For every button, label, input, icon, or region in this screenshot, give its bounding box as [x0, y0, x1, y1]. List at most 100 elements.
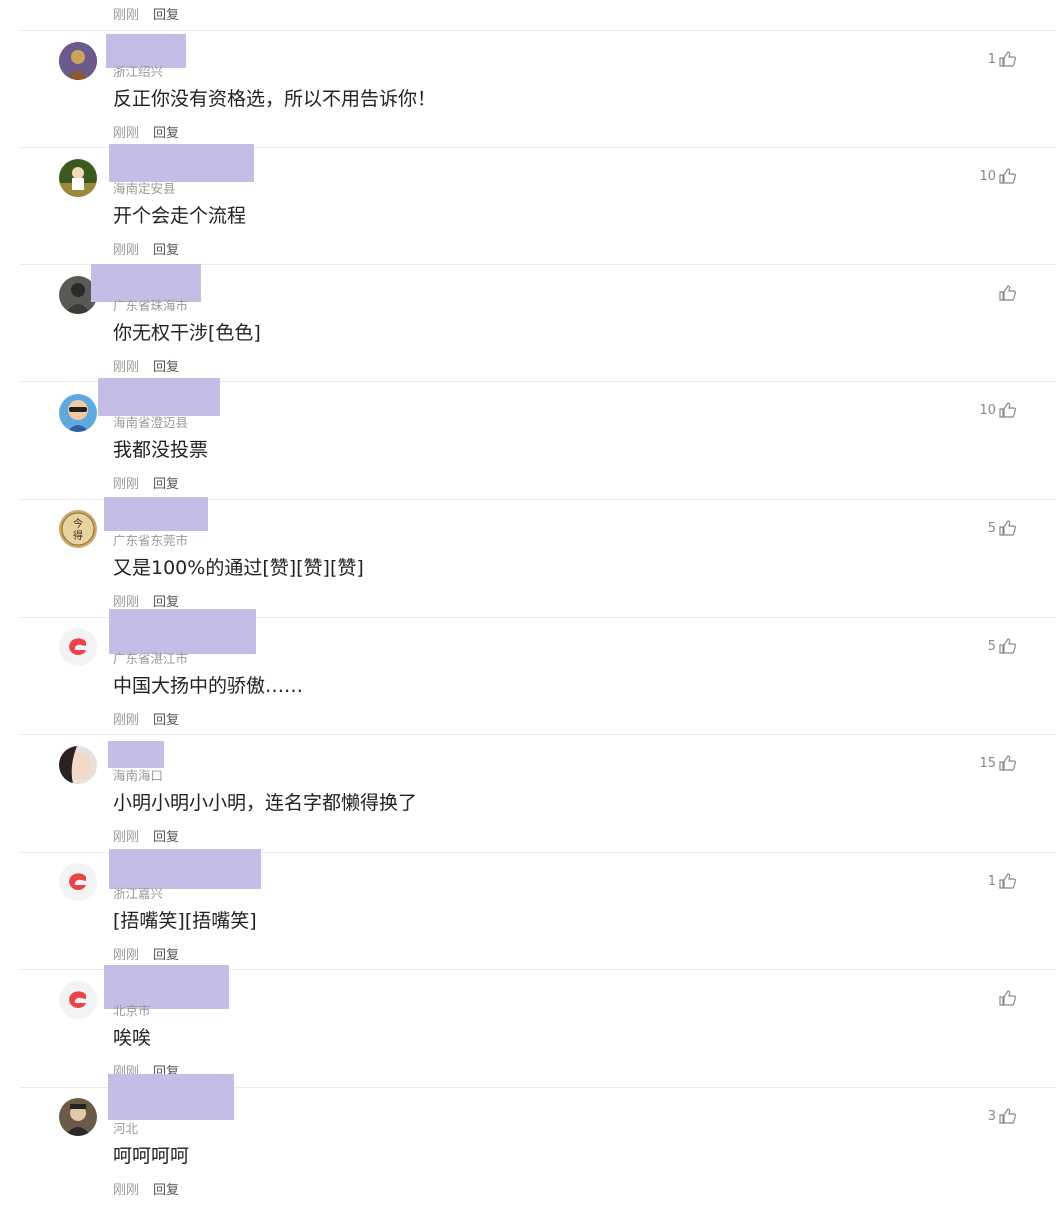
- user-avatar[interactable]: [59, 628, 97, 666]
- red-swirl-logo-icon: [59, 863, 97, 901]
- comment-location: 北京市: [113, 1003, 151, 1018]
- comment-time: 刚刚: [113, 830, 140, 845]
- like-count: 5: [987, 521, 996, 536]
- like-button[interactable]: 5: [988, 520, 1016, 536]
- comment-text: 你无权干涉[色色]: [113, 322, 261, 344]
- thumbs-up-icon: [999, 285, 1016, 301]
- user-avatar[interactable]: [59, 1098, 97, 1136]
- comment-location: 浙江嘉兴: [113, 886, 164, 901]
- comment-location: 海南定安县: [113, 181, 176, 196]
- like-button[interactable]: 1: [988, 51, 1016, 67]
- like-button[interactable]: [996, 990, 1016, 1006]
- comment-text: 小明小明小小明，连名字都懒得换了: [113, 792, 418, 814]
- username-redacted: [98, 378, 220, 416]
- reply-button[interactable]: 回复: [153, 360, 179, 375]
- comment-location: 广东省湛江市: [113, 651, 189, 666]
- like-count: 10: [979, 169, 996, 184]
- comment-text: [捂嘴笑][捂嘴笑]: [113, 910, 257, 932]
- comment-text: 呵呵呵呵: [113, 1145, 190, 1167]
- svg-text:得: 得: [73, 530, 83, 542]
- like-count: 5: [987, 639, 996, 654]
- comment-time: 刚刚: [113, 360, 140, 375]
- username-redacted: [91, 264, 201, 302]
- comment-item: 浙江嘉兴 [捂嘴笑][捂嘴笑] 刚刚 回复 1: [20, 849, 1056, 970]
- like-button[interactable]: 10: [979, 168, 1016, 184]
- comment-text: 我都没投票: [113, 439, 209, 461]
- thumbs-up-icon: [999, 638, 1016, 654]
- user-avatar[interactable]: 今得: [59, 510, 97, 548]
- comment-item: 浙江绍兴 反正你没有资格选，所以不用告诉你！ 刚刚 回复 1: [20, 30, 1056, 148]
- svg-text:今: 今: [73, 517, 83, 530]
- comment-time: 刚刚: [113, 477, 140, 492]
- thumbs-up-icon: [999, 990, 1016, 1006]
- reply-button[interactable]: 回复: [153, 477, 179, 492]
- reply-button[interactable]: 回复: [153, 243, 179, 258]
- like-button[interactable]: 15: [979, 755, 1016, 771]
- comment-location: 河北: [113, 1121, 139, 1136]
- reply-button[interactable]: 回复: [153, 8, 179, 23]
- comment-item: 北京市 唉唉 刚刚 回复: [20, 965, 1056, 1087]
- comment-item: 海南省澄迈县 我都没投票 刚刚 回复 10: [20, 378, 1056, 499]
- thumbs-up-icon: [999, 402, 1016, 418]
- comment-item: 海南定安县 开个会走个流程 刚刚 回复 10: [20, 144, 1056, 265]
- user-avatar[interactable]: [59, 159, 97, 197]
- reply-button[interactable]: 回复: [153, 126, 179, 141]
- comment-item: 海南海口 小明小明小小明，连名字都懒得换了 刚刚 回复 15: [20, 734, 1056, 852]
- comment-text: 中国大扬中的骄傲……: [113, 675, 304, 697]
- previous-comment-actions: 刚刚 回复: [113, 4, 193, 23]
- like-button[interactable]: 5: [988, 638, 1016, 654]
- comment-time: 刚刚: [113, 713, 140, 728]
- reply-button[interactable]: 回复: [153, 713, 179, 728]
- comment-item: 河北 呵呵呵呵 刚刚 回复 3: [20, 1074, 1056, 1205]
- user-avatar[interactable]: [59, 863, 97, 901]
- comment-time: 刚刚: [113, 948, 140, 963]
- like-button[interactable]: [996, 285, 1016, 301]
- reply-button[interactable]: 回复: [153, 1183, 179, 1198]
- comment-location: 海南海口: [113, 768, 164, 783]
- thumbs-up-icon: [999, 51, 1016, 67]
- comment-location: 广东省东莞市: [113, 533, 189, 548]
- username-redacted: [109, 849, 261, 889]
- comment-location: 海南省澄迈县: [113, 415, 189, 430]
- username-redacted: [108, 1074, 234, 1120]
- comment-location: 广东省珠海市: [113, 298, 189, 313]
- comment-time: 刚刚: [113, 126, 140, 141]
- comment-text: 开个会走个流程: [113, 205, 247, 227]
- comment-item: 今得 广东省东莞市 又是100%的通过[赞][赞][赞] 刚刚 回复 5: [20, 497, 1056, 617]
- user-avatar[interactable]: [59, 746, 97, 784]
- username-redacted: [108, 741, 164, 768]
- like-count: 3: [987, 1109, 996, 1124]
- like-button[interactable]: 1: [988, 873, 1016, 889]
- user-avatar[interactable]: [59, 394, 97, 432]
- comment-text: 又是100%的通过[赞][赞][赞]: [113, 557, 364, 579]
- comment-text: 反正你没有资格选，所以不用告诉你！: [113, 88, 437, 110]
- username-redacted: [109, 144, 254, 182]
- reply-button[interactable]: 回复: [153, 830, 179, 845]
- user-avatar[interactable]: [59, 981, 97, 1019]
- like-count: 15: [979, 756, 996, 771]
- username-redacted: [104, 497, 208, 531]
- thumbs-up-icon: [999, 755, 1016, 771]
- comment-time: 刚刚: [113, 243, 140, 258]
- like-button[interactable]: 3: [988, 1108, 1016, 1124]
- thumbs-up-icon: [999, 1108, 1016, 1124]
- reply-button[interactable]: 回复: [153, 595, 179, 610]
- like-count: 1: [987, 52, 996, 67]
- thumbs-up-icon: [999, 520, 1016, 536]
- comment-time: 刚刚: [113, 1183, 140, 1198]
- thumbs-up-icon: [999, 168, 1016, 184]
- red-swirl-logo-icon: [59, 981, 97, 1019]
- user-avatar[interactable]: [59, 42, 97, 80]
- username-redacted: [109, 609, 256, 654]
- thumbs-up-icon: [999, 873, 1016, 889]
- username-redacted: [106, 34, 186, 68]
- red-swirl-logo-icon: [59, 628, 97, 666]
- comment-location: 浙江绍兴: [113, 64, 164, 79]
- like-button[interactable]: 10: [979, 402, 1016, 418]
- comment-item: 广东省湛江市 中国大扬中的骄傲…… 刚刚 回复 5: [20, 609, 1056, 735]
- comment-text: 唉唉: [113, 1027, 152, 1049]
- comment-item: 广东省珠海市 你无权干涉[色色] 刚刚 回复: [20, 264, 1056, 382]
- comment-time: 刚刚: [113, 595, 140, 610]
- like-count: 10: [979, 403, 996, 418]
- reply-button[interactable]: 回复: [153, 948, 179, 963]
